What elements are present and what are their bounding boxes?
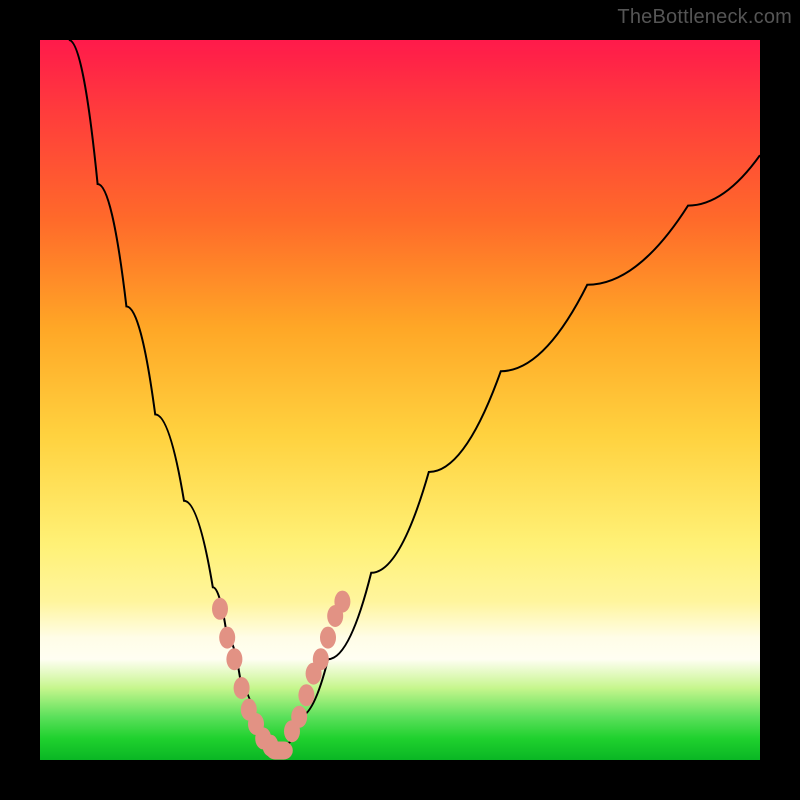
data-bead <box>226 648 242 670</box>
data-bead <box>313 648 329 670</box>
data-bead-valley <box>266 741 293 759</box>
data-bead <box>234 677 250 699</box>
data-bead <box>320 627 336 649</box>
bottleneck-curve-line <box>69 40 760 753</box>
chart-svg <box>40 40 760 760</box>
watermark-text: TheBottleneck.com <box>617 6 792 29</box>
data-bead <box>219 627 235 649</box>
data-bead <box>291 706 307 728</box>
data-bead <box>298 684 314 706</box>
chart-container: TheBottleneck.com <box>0 0 800 800</box>
marker-group <box>212 591 350 760</box>
data-bead <box>334 591 350 613</box>
data-bead <box>212 598 228 620</box>
